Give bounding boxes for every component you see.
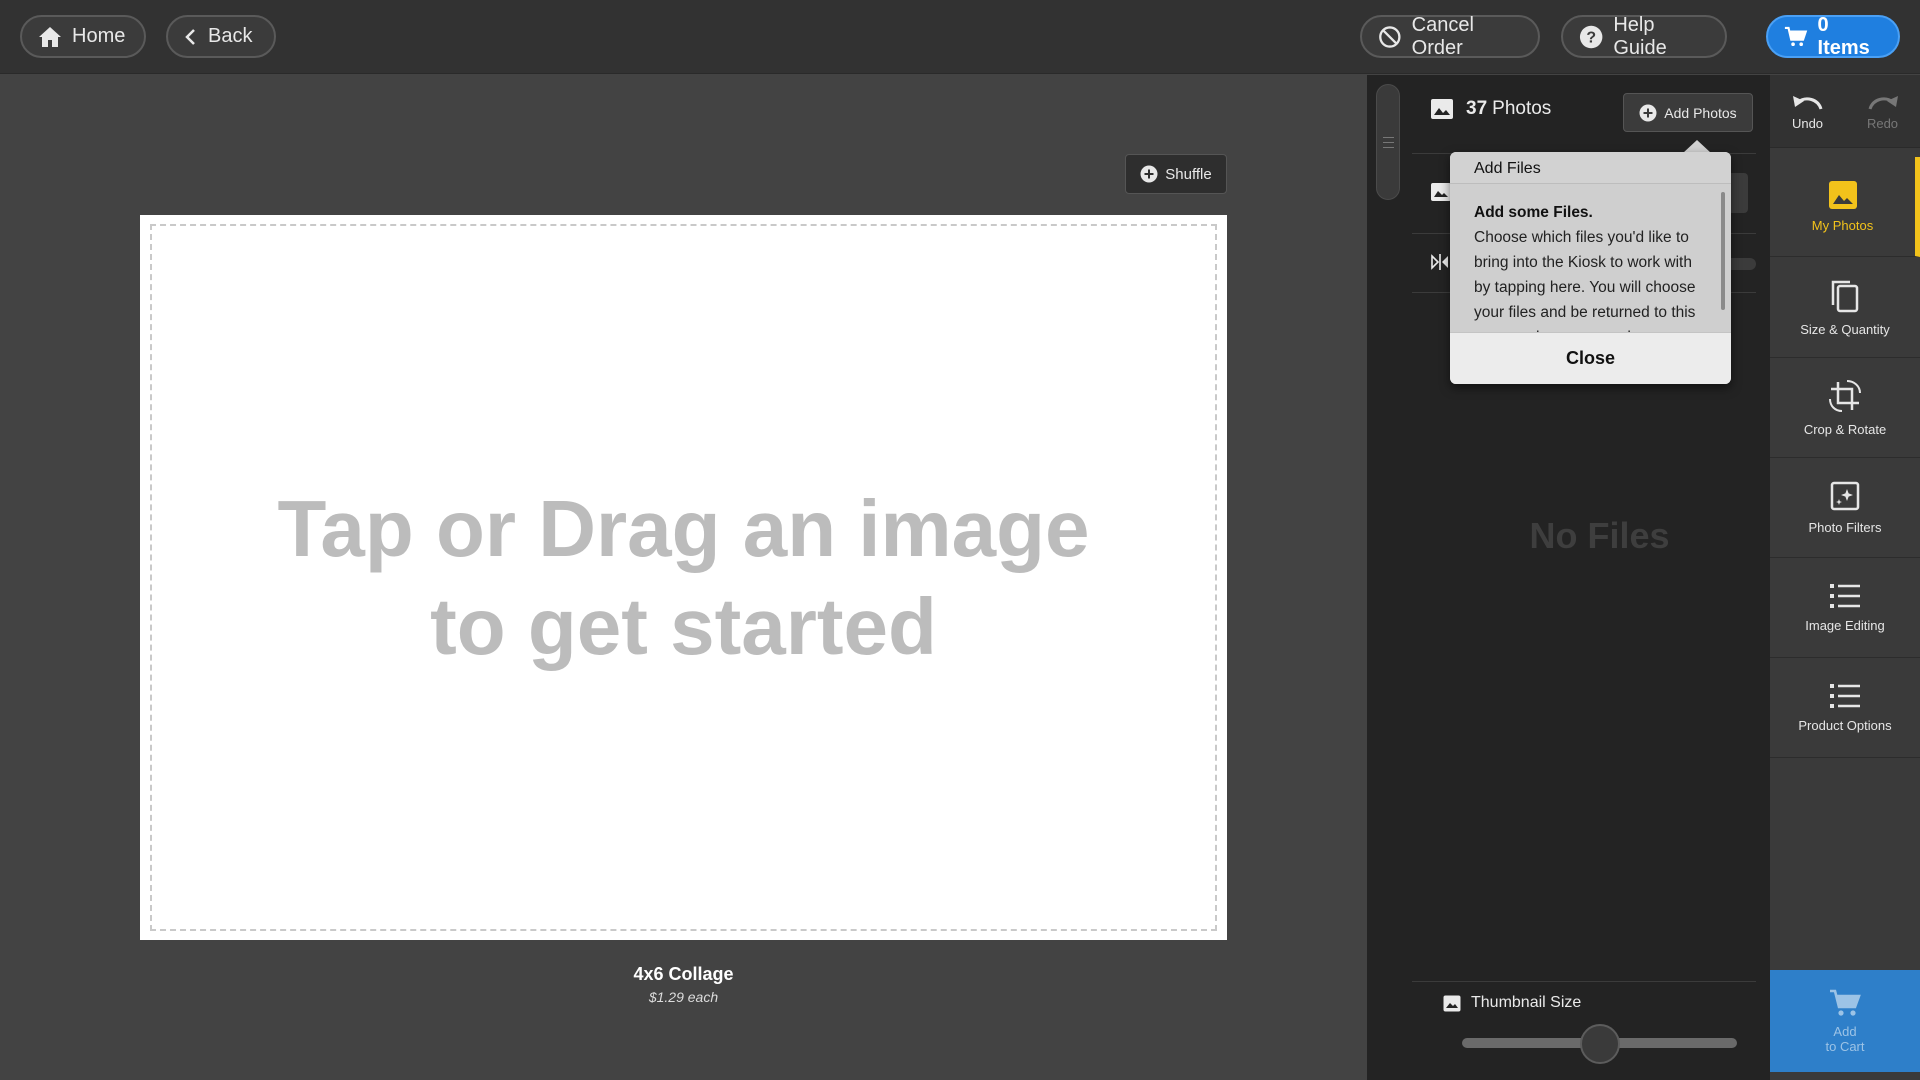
crop-rotate-icon [1829,380,1861,412]
cart-button[interactable]: 0 Items [1766,13,1900,59]
undo-label: Undo [1791,116,1824,131]
popover-title: Add Files [1450,152,1731,184]
panel-scroll-handle[interactable] [1376,84,1400,200]
tool-label: Size & Quantity [1800,322,1890,337]
grip-line [1383,142,1394,143]
cart-icon [1784,26,1808,46]
home-label: Home [72,25,126,47]
photos-count-number: 37 [1466,98,1488,119]
redo-button[interactable]: Redo [1845,75,1920,148]
popover-body: Add some Files. Choose which files you'd… [1450,184,1731,332]
prohibited-icon [1379,25,1401,48]
top-bar: Home Back Cancel Order ? Help Guide 0 It… [0,0,1920,74]
image-drop-zone[interactable]: Tap or Drag an image to get started [150,224,1217,931]
grip-line [1383,147,1394,148]
back-button[interactable]: Back [166,15,276,58]
tool-size-quantity[interactable]: Size & Quantity [1770,258,1920,358]
flip-icon[interactable] [1430,252,1450,272]
slider-thumb[interactable] [1579,1024,1620,1064]
tool-photo-filters[interactable]: Photo Filters [1770,458,1920,558]
copy-icon [1831,280,1859,313]
kiosk-editor: Home Back Cancel Order ? Help Guide 0 It… [0,0,1920,1080]
photos-count-label: Photos [1492,98,1552,119]
add-to-cart-line2: to Cart [1825,1039,1865,1054]
image-icon [1431,99,1453,119]
plus-circle-icon [1140,165,1158,183]
redo-icon [1868,96,1898,110]
shuffle-button[interactable]: Shuffle [1125,154,1227,194]
tool-image-editing[interactable]: Image Editing [1770,558,1920,658]
photos-count: 37 Photos [1430,98,1551,120]
add-to-cart-line1: Add [1833,1024,1857,1039]
cancel-order-button[interactable]: Cancel Order [1360,13,1540,59]
thumbnail-size-text: Thumbnail Size [1471,994,1582,1011]
help-guide-label: Help Guide [1613,13,1667,59]
help-guide-button[interactable]: ? Help Guide [1561,13,1727,59]
cart-icon [1830,989,1861,1016]
plus-circle-icon [1639,104,1657,121]
drop-prompt-line1: Tap or Drag an image [277,483,1090,573]
panel-divider [1412,981,1756,982]
sliders-icon [1830,584,1860,608]
help-icon: ? [1579,25,1603,48]
thumbnail-size-label: Thumbnail Size [1443,994,1581,1012]
chevron-left-icon [185,28,195,45]
tool-label: Image Editing [1805,618,1885,633]
popover-lead: Add some Files. [1474,204,1593,221]
home-icon [39,26,61,47]
tool-my-photos[interactable]: My Photos [1770,157,1920,257]
tool-label: Crop & Rotate [1803,422,1887,437]
popover-text: Choose which files you'd like to bring i… [1474,229,1696,332]
popover-scrollbar[interactable] [1721,192,1725,310]
sliders-icon [1830,684,1860,708]
filter-icon [1830,481,1860,511]
svg-text:?: ? [1586,29,1596,46]
grip-line [1383,137,1394,138]
tool-product-options[interactable]: Product Options [1770,658,1920,758]
drop-prompt-line2: to get started [430,581,937,671]
cancel-order-label: Cancel Order [1411,13,1474,59]
tool-label: My Photos [1811,218,1874,233]
home-button[interactable]: Home [20,15,146,58]
tool-crop-rotate[interactable]: Crop & Rotate [1770,358,1920,458]
product-name: 4x6 Collage [633,964,734,984]
popover-close-button[interactable]: Close [1450,332,1731,384]
collage-canvas: Tap or Drag an image to get started [140,215,1227,940]
undo-button[interactable]: Undo [1770,75,1845,148]
undo-icon [1792,96,1822,110]
empty-state-label: No Files [1529,515,1670,556]
undo-redo-bar: Undo Redo [1770,75,1920,148]
tool-label: Photo Filters [1808,520,1882,535]
add-photos-label: Add Photos [1664,104,1737,121]
drop-prompt: Tap or Drag an image to get started [234,480,1134,676]
shuffle-label: Shuffle [1165,165,1212,183]
cart-label: 0 Items [1817,13,1870,59]
image-icon [1828,181,1857,209]
tool-label: Product Options [1798,718,1892,733]
add-to-cart-button[interactable]: Add to Cart [1770,970,1920,1072]
product-price: $1.29 each [648,989,719,1005]
redo-label: Redo [1866,116,1899,131]
add-files-popover: Add Files Add some Files. Choose which f… [1450,152,1731,384]
image-icon [1431,183,1451,201]
back-label: Back [208,25,253,47]
add-photos-button[interactable]: Add Photos [1623,93,1753,132]
image-icon [1443,995,1461,1011]
